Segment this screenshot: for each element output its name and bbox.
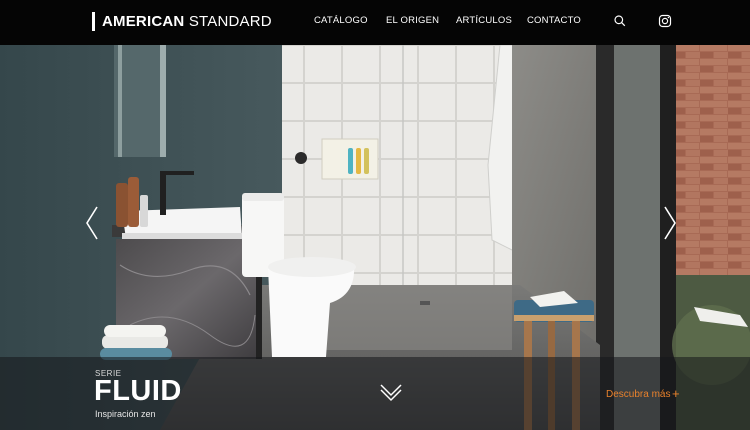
discover-more-link[interactable]: Descubra más <box>606 389 670 400</box>
search-icon[interactable] <box>613 14 627 28</box>
nav-el-origen[interactable]: EL ORIGEN <box>386 15 439 26</box>
nav-articulos[interactable]: ARTÍCULOS <box>456 15 512 26</box>
nav-contacto[interactable]: CONTACTO <box>527 15 581 26</box>
brand-logo[interactable]: AMERICAN STANDARD <box>92 11 272 31</box>
logo-text: AMERICAN STANDARD <box>102 13 272 30</box>
logo-light: STANDARD <box>188 12 272 30</box>
chevron-down-icon[interactable] <box>380 381 402 403</box>
logo-bold: AMERICAN <box>102 12 185 30</box>
serie-tagline: Inspiración zen <box>95 409 156 419</box>
logo-bar <box>92 11 95 31</box>
chevron-left-icon[interactable] <box>84 205 100 241</box>
site-header: AMERICAN STANDARD CATÁLOGO EL ORIGEN ART… <box>0 0 750 45</box>
instagram-icon[interactable] <box>658 14 672 28</box>
nav-catalogo[interactable]: CATÁLOGO <box>314 15 368 26</box>
chevron-right-icon[interactable] <box>662 205 678 241</box>
serie-name: FLUID <box>94 375 182 407</box>
plus-icon[interactable]: + <box>672 386 680 401</box>
